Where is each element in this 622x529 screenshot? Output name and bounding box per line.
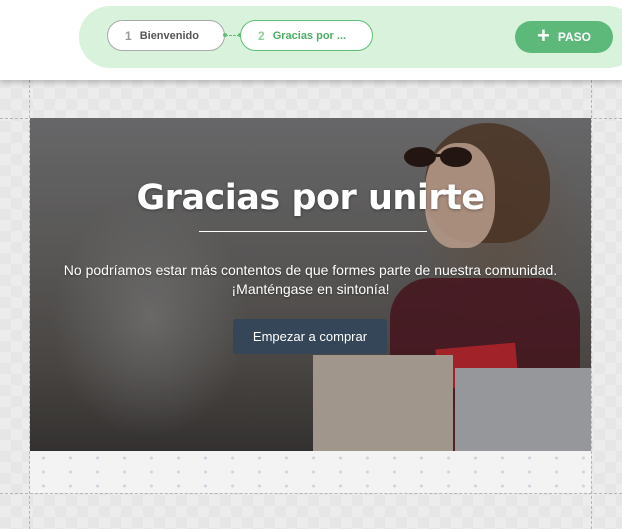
- hero-title[interactable]: Gracias por unirte: [30, 178, 591, 218]
- step-item-gracias[interactable]: 2 Gracias por ...: [240, 20, 373, 51]
- hero-text-line: No podríamos estar más contentos de que …: [63, 262, 558, 278]
- step-item-bienvenido[interactable]: 1 Bienvenido: [107, 20, 225, 51]
- step-label: Gracias por ...: [272, 29, 347, 42]
- hero-text[interactable]: No podríamos estar más contentos de que …: [30, 261, 591, 299]
- step-number: 1: [125, 28, 132, 43]
- step-label: Bienvenido: [139, 29, 199, 42]
- decorative-pattern-strip: [30, 451, 591, 493]
- step-number: 2: [258, 28, 265, 43]
- hero-section[interactable]: Gracias por unirte No podríamos estar má…: [30, 118, 591, 451]
- editor-toolbar: 1 Bienvenido 2 Gracias por ... + PASO: [0, 0, 622, 80]
- guide-line: [0, 493, 622, 494]
- plus-icon: +: [537, 23, 550, 48]
- add-step-button[interactable]: + PASO: [515, 21, 613, 53]
- step-navigator: 1 Bienvenido 2 Gracias por ... + PASO: [79, 6, 622, 68]
- hero-text-line: ¡Manténgase en sintonía!: [231, 281, 390, 297]
- title-divider: [199, 231, 427, 232]
- step-connector: [223, 33, 242, 37]
- guide-line: [591, 80, 592, 529]
- add-step-label: PASO: [557, 30, 591, 44]
- start-shopping-button[interactable]: Empezar a comprar: [233, 319, 387, 354]
